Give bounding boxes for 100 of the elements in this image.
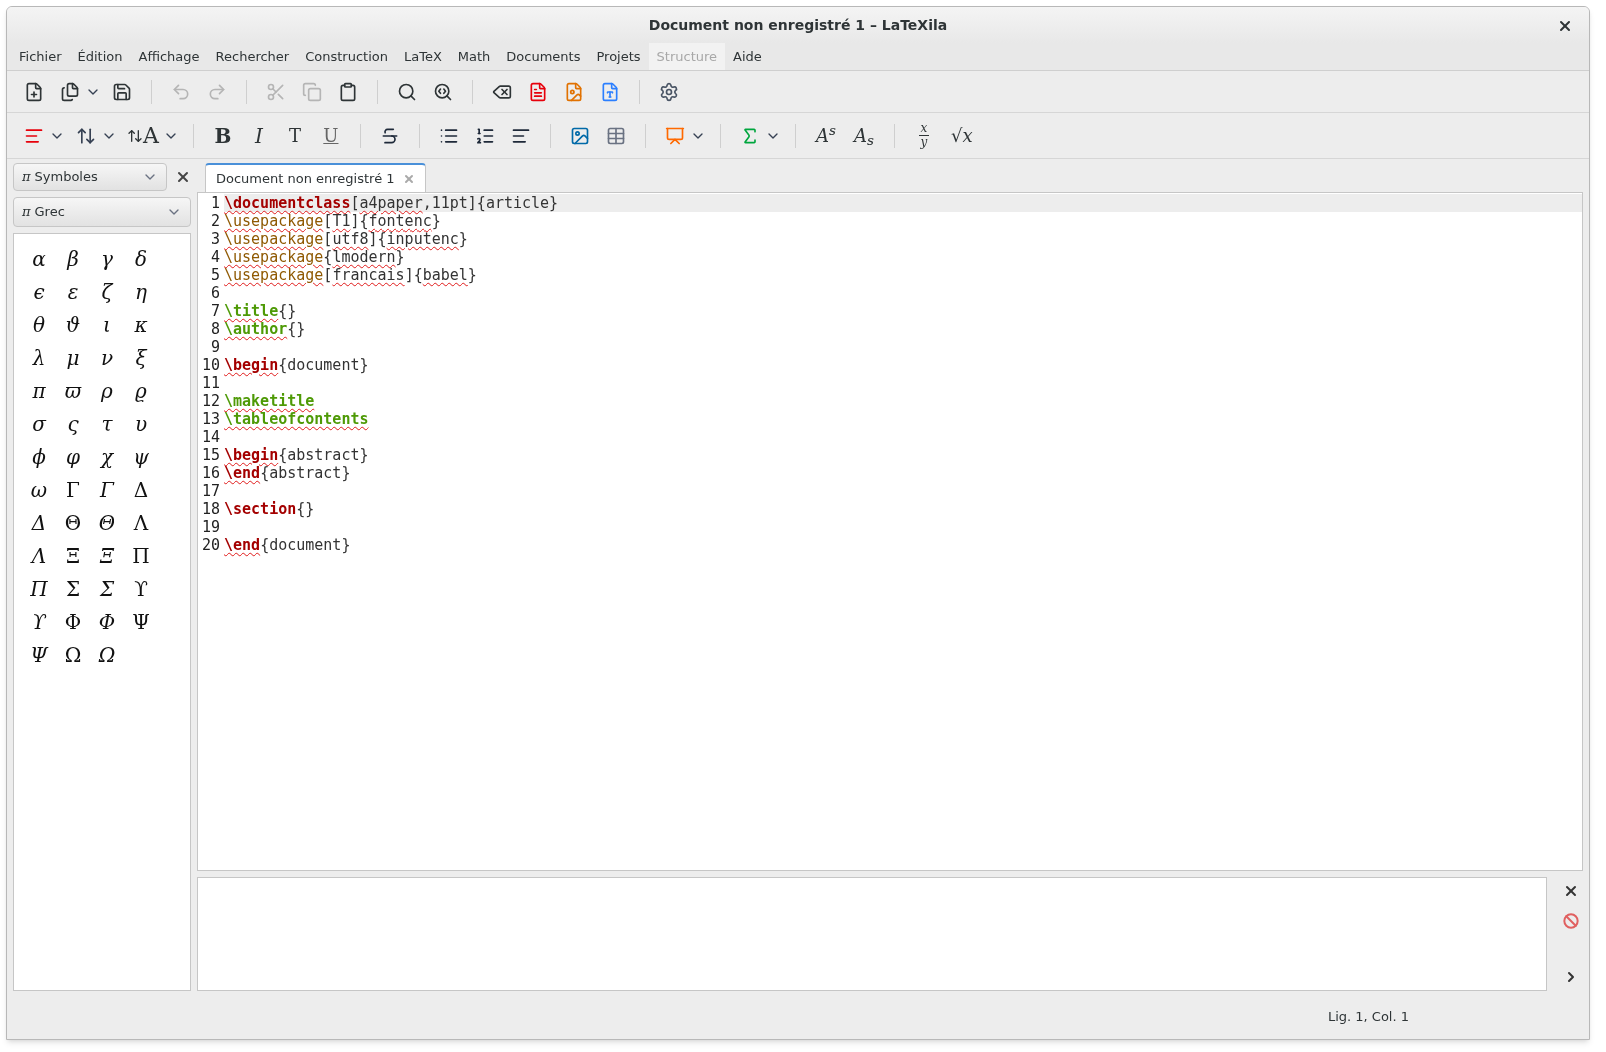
menu-item[interactable]: Fichier <box>11 43 70 70</box>
symbol-item[interactable]: ι <box>90 308 124 341</box>
symbol-item[interactable]: Λ <box>22 539 56 572</box>
line-number: 9 <box>209 338 221 356</box>
menu-item[interactable]: LaTeX <box>395 43 450 70</box>
symbol-item[interactable]: ϒ <box>22 605 56 638</box>
code-token: \usepackage <box>224 212 324 230</box>
symbol-item[interactable]: η <box>124 275 158 308</box>
bold-button[interactable]: B <box>207 120 238 151</box>
code-token: \usepackage <box>224 266 324 284</box>
symbol-item[interactable]: Δ <box>22 506 56 539</box>
symbol-item[interactable]: ϒ <box>124 572 158 605</box>
symbol-item[interactable]: π <box>22 374 56 407</box>
symbol-item[interactable]: ϵ <box>22 275 56 308</box>
code-token: \section <box>224 500 297 518</box>
symbol-item[interactable]: Ξ <box>56 539 90 572</box>
underline-button[interactable]: U <box>315 120 346 151</box>
subscript-button[interactable]: A$_{s}$ <box>847 120 880 151</box>
close-icon[interactable] <box>1557 18 1573 34</box>
superscript-button[interactable]: A$^{s}$ <box>809 120 842 151</box>
image-icon <box>569 125 590 146</box>
stop-icon[interactable] <box>1563 913 1579 929</box>
font-size-button[interactable]: A <box>123 120 163 151</box>
symbol-item[interactable]: Γ <box>56 473 90 506</box>
code-token: \begin <box>224 356 279 374</box>
symbol-item[interactable]: ν <box>90 341 124 374</box>
symbol-item[interactable]: Λ <box>124 506 158 539</box>
symbol-item[interactable]: τ <box>90 407 124 440</box>
symbol-item[interactable]: Φ <box>56 605 90 638</box>
symbol-item[interactable]: ϑ <box>56 308 90 341</box>
menu-item[interactable]: Rechercher <box>207 43 298 70</box>
line-number: 15 <box>200 446 221 464</box>
symbol-item[interactable]: χ <box>90 440 124 473</box>
symbol-item[interactable]: κ <box>124 308 158 341</box>
code-token: {document} <box>278 356 369 374</box>
menu-item[interactable]: Documents <box>498 43 589 70</box>
symbol-item[interactable]: μ <box>56 341 90 374</box>
symbol-item[interactable]: ρ <box>90 374 124 407</box>
symbol-item[interactable]: Θ <box>56 506 90 539</box>
document-tab[interactable]: Document non enregistré 1 <box>205 163 426 192</box>
symbol-item[interactable]: Π <box>22 572 56 605</box>
symbol-item[interactable]: ξ <box>124 341 158 374</box>
code-token: lmodern <box>332 248 396 266</box>
symbol-item[interactable]: ϖ <box>56 374 90 407</box>
symbol-item[interactable]: Θ <box>90 506 124 539</box>
symbol-item[interactable]: Ξ <box>90 539 124 572</box>
symbol-item[interactable]: Ψ <box>22 638 56 671</box>
fraction-button[interactable]: x y <box>908 118 939 153</box>
symbol-item[interactable]: σ <box>22 407 56 440</box>
symbol-item[interactable]: Φ <box>90 605 124 638</box>
menu-item[interactable]: Affichage <box>130 43 208 70</box>
symbol-item[interactable]: ψ <box>124 440 158 473</box>
symbol-item[interactable]: θ <box>22 308 56 341</box>
code-token: a4paper <box>359 194 423 212</box>
code-token: \documentclass <box>224 194 351 212</box>
category-select[interactable]: π Grec <box>13 197 191 227</box>
symbol-item[interactable]: ς <box>56 407 90 440</box>
symbol-item[interactable]: Δ <box>124 473 158 506</box>
symbol-item[interactable]: ϕ <box>22 440 56 473</box>
code-token: [ <box>323 230 333 248</box>
copy-icon <box>302 81 322 102</box>
symbol-item[interactable]: υ <box>124 407 158 440</box>
symbol-item[interactable]: γ <box>90 242 124 275</box>
menu-item[interactable]: Math <box>449 43 499 70</box>
line-number: 3 <box>209 230 221 248</box>
line-number: 8 <box>209 320 221 338</box>
close-icon[interactable] <box>175 169 191 185</box>
panel-select[interactable]: π Symboles <box>13 163 167 191</box>
symbol-item[interactable]: φ <box>56 440 90 473</box>
symbol-item[interactable]: ω <box>22 473 56 506</box>
symbol-item[interactable]: λ <box>22 341 56 374</box>
symbol-item[interactable]: Ψ <box>124 605 158 638</box>
symbol-item[interactable]: Π <box>124 539 158 572</box>
image-file-icon <box>564 81 584 102</box>
symbol-item[interactable]: ϱ <box>124 374 158 407</box>
menu-item[interactable]: Construction <box>297 43 396 70</box>
symbol-item[interactable]: ε <box>56 275 90 308</box>
code-token: babel <box>422 266 468 284</box>
symbol-item[interactable]: Γ <box>90 473 124 506</box>
code-token: } <box>395 248 405 266</box>
symbol-item[interactable]: Σ <box>56 572 90 605</box>
symbol-item[interactable]: Ω <box>90 638 124 671</box>
symbol-item[interactable]: Ω <box>56 638 90 671</box>
symbol-item[interactable]: ζ <box>90 275 124 308</box>
symbol-item[interactable]: α <box>22 242 56 275</box>
line-number: 20 <box>200 536 221 554</box>
menu-item[interactable]: Aide <box>725 43 770 70</box>
symbol-item[interactable]: Σ <box>90 572 124 605</box>
menu-item[interactable]: Projets <box>588 43 649 70</box>
code-token: \end <box>224 536 261 554</box>
code-token: \author <box>224 320 288 338</box>
window-title: Document non enregistré 1 – LaTeXila <box>648 15 948 35</box>
symbol-item[interactable]: β <box>56 242 90 275</box>
typewriter-button[interactable]: T <box>279 120 310 151</box>
menu-item[interactable]: Édition <box>69 43 131 70</box>
symbol-item[interactable]: δ <box>124 242 158 275</box>
square-root-button[interactable]: √x <box>944 120 979 151</box>
code-token: inputenc <box>386 230 459 248</box>
italic-button[interactable]: I <box>243 120 274 151</box>
close-icon[interactable] <box>1563 883 1579 899</box>
